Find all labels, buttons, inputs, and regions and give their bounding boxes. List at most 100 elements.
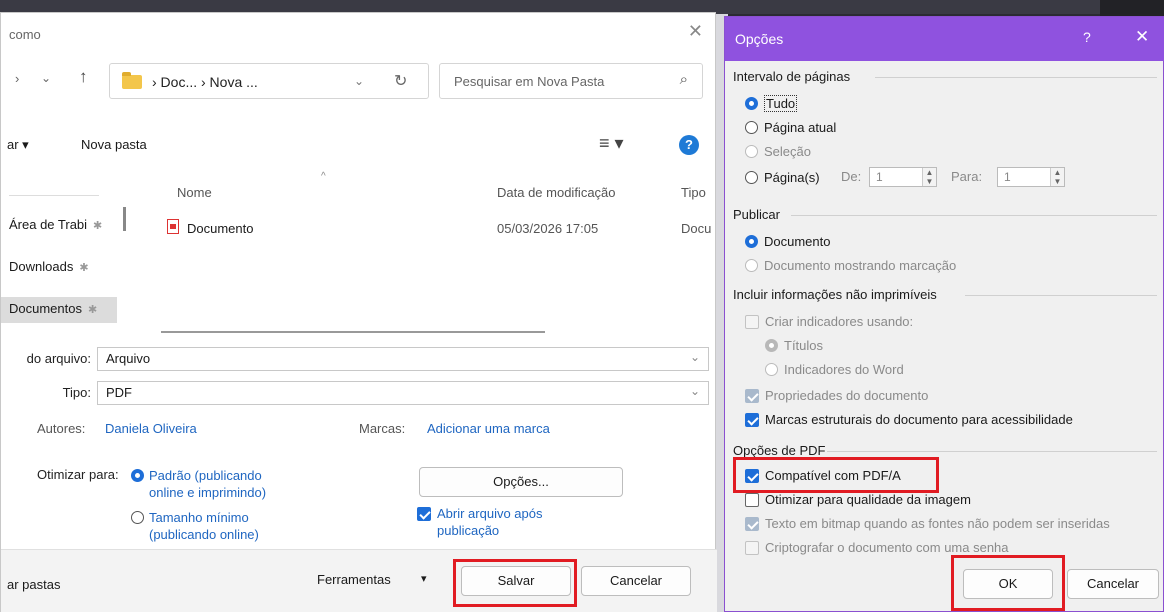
stepper-arrows-icon[interactable]: ▲ ▼ — [1050, 168, 1064, 186]
dialog-title: como — [9, 27, 41, 42]
folder-icon — [122, 72, 142, 89]
option-document[interactable]: Documento — [745, 233, 830, 249]
group-nonprint: Incluir informações não imprimíveis — [733, 287, 937, 302]
file-type: Docu — [681, 221, 712, 236]
pin-icon: ✱ — [87, 304, 98, 316]
breadcrumb[interactable]: › Doc... › Nova ... — [152, 74, 258, 90]
back-icon[interactable]: › — [15, 71, 19, 86]
options-title: Opções — [735, 31, 784, 47]
nav-item-downloads[interactable]: Downloads ✱ — [1, 255, 117, 281]
optimize-minimum-option[interactable]: Tamanho mínimo (publicando online) — [131, 509, 281, 543]
file-name: Documento — [187, 221, 254, 236]
option-document-markup: Documento mostrando marcação — [745, 257, 956, 273]
column-type[interactable]: Tipo — [681, 185, 706, 200]
nav-item-documents[interactable]: Documentos ✱ — [1, 297, 117, 323]
option-document-markup-label: Documento mostrando marcação — [764, 258, 957, 274]
search-placeholder: Pesquisar em Nova Pasta — [454, 74, 605, 89]
option-bookmarks-label: Criar indicadores usando: — [765, 314, 914, 330]
option-headings-label: Títulos — [784, 338, 824, 354]
scrollbar[interactable] — [123, 207, 126, 231]
option-headings: Títulos — [765, 337, 823, 353]
stepper-arrows-icon[interactable]: ▲ ▼ — [922, 168, 936, 186]
from-label: De: — [841, 169, 862, 184]
radio-disabled — [765, 363, 778, 377]
search-icon[interactable]: ⌕ — [680, 71, 688, 88]
new-folder-button[interactable]: Nova pasta — [81, 137, 147, 152]
option-selection-label: Seleção — [764, 144, 811, 160]
radio-selected[interactable] — [745, 235, 758, 249]
chevron-down-icon[interactable]: ⌄ — [690, 384, 700, 398]
radio-selected[interactable] — [131, 469, 144, 482]
option-word-bookmarks-label: Indicadores do Word — [784, 362, 904, 378]
chevron-down-icon[interactable]: ⌄ — [690, 350, 700, 364]
tags-value[interactable]: Adicionar uma marca — [427, 421, 550, 436]
view-options-icon[interactable]: ≡ ▾ — [599, 133, 624, 154]
option-doc-properties: Propriedades do documento — [745, 387, 928, 403]
option-structure-tags[interactable]: Marcas estruturais do documento para ace… — [745, 411, 1073, 427]
tools-dropdown-icon[interactable]: ▾ — [421, 572, 427, 585]
to-stepper[interactable]: 1 ▲ ▼ — [997, 167, 1065, 187]
close-icon[interactable]: ✕ — [1135, 27, 1149, 47]
nav-item-desktop[interactable]: Área de Trabi ✱ — [1, 213, 117, 239]
open-after-publish-label: Abrir arquivo após publicação — [437, 506, 543, 538]
refresh-icon[interactable]: ↻ — [394, 71, 407, 91]
chevron-down-icon[interactable]: ⌄ — [41, 71, 51, 85]
close-icon[interactable]: ✕ — [688, 21, 703, 42]
search-input[interactable]: Pesquisar em Nova Pasta ⌕ — [439, 63, 703, 99]
type-label: Tipo: — [62, 385, 91, 400]
radio-unselected[interactable] — [745, 121, 758, 135]
pin-icon: ✱ — [93, 220, 103, 232]
tools-button[interactable]: Ferramentas — [317, 572, 391, 587]
type-select[interactable]: PDF ⌄ — [97, 381, 709, 405]
address-bar[interactable]: › Doc... › Nova ... ⌄ ↻ — [109, 63, 429, 99]
option-doc-props-label: Propriedades do documento — [765, 388, 929, 404]
type-value: PDF — [106, 385, 132, 400]
option-image-quality[interactable]: Otimizar para qualidade da imagem — [745, 491, 971, 507]
open-after-publish-option[interactable]: Abrir arquivo após publicação — [417, 505, 567, 539]
cancel-button[interactable]: Cancelar — [1067, 569, 1159, 599]
help-icon[interactable]: ? — [1083, 29, 1091, 45]
dialog-footer: ar pastas Ferramentas ▾ Salvar Cancelar — [1, 549, 717, 612]
option-all-label: Tudo — [764, 95, 798, 113]
cancel-button[interactable]: Cancelar — [581, 566, 691, 596]
radio-selected[interactable] — [745, 97, 758, 111]
options-dialog: Opções ? ✕ Intervalo de páginas Tudo Pág… — [724, 16, 1164, 612]
help-icon[interactable]: ? — [679, 135, 699, 155]
chevron-down-icon[interactable]: ⌄ — [354, 74, 364, 88]
navigation-bar: › ⌄ ↑ › Doc... › Nova ... ⌄ ↻ Pesquisar … — [1, 57, 717, 107]
radio-disabled — [765, 339, 778, 353]
options-title-bar: Opções ? ✕ — [725, 17, 1164, 61]
options-button[interactable]: Opções... — [419, 467, 623, 497]
checkbox-checked[interactable] — [417, 507, 431, 521]
hide-folders-button[interactable]: ar pastas — [7, 577, 60, 592]
option-pages[interactable]: Página(s) — [745, 169, 820, 185]
table-row[interactable]: Documento 05/03/2026 17:05 Docu — [141, 215, 713, 243]
column-modified[interactable]: Data de modificação — [497, 185, 616, 200]
optimize-standard-label: Padrão (publicando online e imprimindo) — [149, 468, 267, 500]
filename-field[interactable]: Arquivo ⌄ — [97, 347, 709, 371]
option-bitmap-label: Texto em bitmap quando as fontes não pod… — [765, 516, 1110, 532]
nav-item-label: Documentos — [9, 301, 82, 316]
pin-icon: ✱ — [79, 262, 89, 274]
option-all[interactable]: Tudo — [745, 95, 798, 113]
radio-unselected[interactable] — [745, 171, 758, 185]
toolbar: ar ▾ Nova pasta ≡ ▾ ? — [1, 131, 717, 161]
highlight-pdfa — [733, 457, 939, 493]
nav-item-label: Downloads — [9, 259, 74, 274]
checkbox-disabled-checked — [745, 388, 759, 403]
column-name[interactable]: Nome — [177, 185, 212, 200]
divider — [9, 195, 99, 196]
up-arrow-icon[interactable]: ↑ — [79, 67, 88, 87]
authors-value[interactable]: Daniela Oliveira — [105, 421, 197, 436]
radio-unselected[interactable] — [131, 511, 144, 524]
nav-item-label: Área de Trabi — [9, 217, 88, 232]
organize-button[interactable]: ar ▾ — [7, 137, 29, 153]
option-current-page[interactable]: Página atual — [745, 119, 836, 135]
from-stepper[interactable]: 1 ▲ ▼ — [869, 167, 937, 187]
checkbox-checked[interactable] — [745, 412, 759, 427]
horizontal-scrollbar[interactable] — [161, 331, 545, 333]
option-create-bookmarks: Criar indicadores usando: — [745, 313, 913, 329]
checkbox-unchecked[interactable] — [745, 492, 759, 507]
optimize-standard-option[interactable]: Padrão (publicando online e imprimindo) — [131, 467, 281, 501]
divider — [965, 295, 1157, 296]
